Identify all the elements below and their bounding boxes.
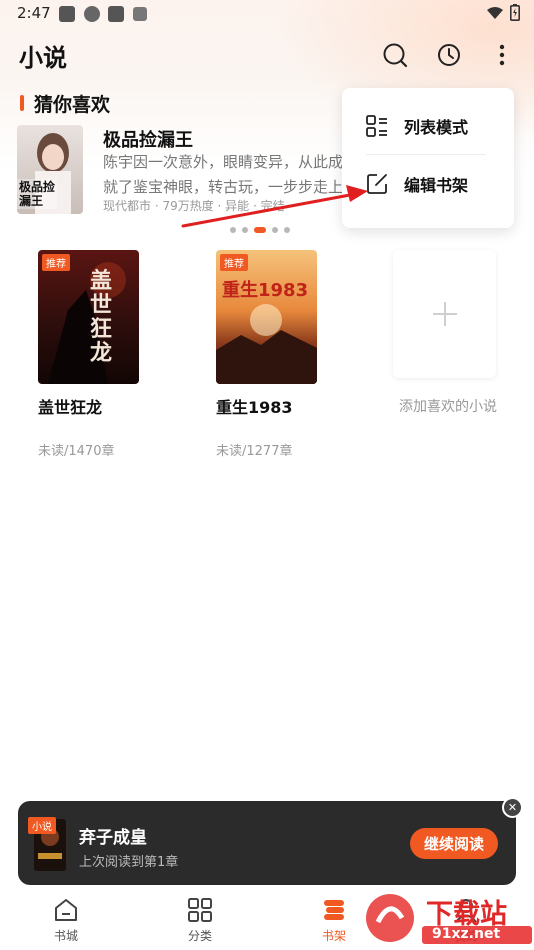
- book-tag: 推荐: [220, 254, 248, 271]
- book-cover-text: 重生1983: [222, 280, 309, 301]
- section-title: 猜你喜欢: [34, 94, 111, 116]
- edit-icon: [367, 174, 387, 194]
- section-accent-bar: [20, 95, 24, 111]
- nav-label: 分类: [187, 929, 212, 943]
- continue-reading-button[interactable]: 继续阅读: [410, 828, 498, 859]
- add-book-button[interactable]: [393, 250, 496, 378]
- continue-reading-tag: 小说: [28, 817, 56, 834]
- bookshelf-icon: [324, 900, 344, 920]
- status-bar: 2:47: [0, 0, 534, 28]
- bookshelf-item[interactable]: 推荐 盖世狂龙 盖世狂龙 未读/1470章: [38, 250, 148, 459]
- menu-item-label: 编辑书架: [404, 176, 469, 195]
- notification-icon: [59, 6, 75, 22]
- menu-item-edit-bookshelf[interactable]: 编辑书架: [342, 156, 514, 212]
- watermark-url: 91xz.net: [432, 926, 501, 942]
- search-button[interactable]: [378, 38, 412, 72]
- carousel-dot-active: [254, 227, 266, 233]
- carousel-dot: [272, 227, 278, 233]
- book-tag: 推荐: [42, 254, 70, 271]
- banner-description: 陈宇因一次意外，眼睛变异，从此成就了鉴宝神眼，转古玩，一步步走上逆袭的人生巅峰: [103, 153, 344, 196]
- continue-reading-title: 弃子成皇: [79, 828, 147, 848]
- plus-icon: [432, 302, 457, 326]
- watermark: 下载站 91xz.net: [360, 888, 534, 950]
- menu-item-list-mode[interactable]: 列表模式: [342, 98, 514, 154]
- app-notification-icon: [84, 6, 100, 22]
- nav-item-bookstore[interactable]: 书城: [36, 897, 96, 944]
- clock-icon: [438, 44, 460, 66]
- book-progress: 未读/1470章: [38, 444, 115, 459]
- close-icon[interactable]: ✕: [502, 797, 523, 818]
- battery-icon: [510, 4, 520, 21]
- list-mode-icon: [366, 115, 387, 137]
- banner-cover-text: 极品捡漏王: [19, 180, 56, 208]
- menu-divider: [366, 154, 486, 155]
- nav-item-category[interactable]: 分类: [170, 897, 230, 944]
- banner-title[interactable]: 极品捡漏王: [103, 126, 193, 152]
- status-indicators: [486, 4, 520, 21]
- search-icon: [383, 43, 408, 68]
- home-icon: [55, 899, 77, 921]
- notification-icon-2: [108, 6, 124, 22]
- nav-label: 书城: [53, 929, 78, 943]
- carousel-dot: [284, 227, 290, 233]
- carousel-indicator: [230, 227, 290, 233]
- carousel-dot: [230, 227, 236, 233]
- more-vertical-icon: [499, 44, 505, 66]
- history-button[interactable]: [432, 38, 466, 72]
- nav-item-bookshelf[interactable]: 书架: [304, 897, 364, 944]
- book-title: 盖世狂龙: [38, 398, 103, 417]
- menu-item-label: 列表模式: [404, 118, 469, 137]
- book-cover: 推荐 盖世狂龙: [38, 250, 139, 384]
- bookshelf-item[interactable]: 推荐 重生1983 重生1983 未读/1277章: [216, 250, 326, 459]
- category-icon: [188, 898, 212, 922]
- nav-label: 书架: [321, 929, 346, 943]
- wifi-icon: [487, 6, 503, 19]
- banner-book-cover[interactable]: 极品捡漏王: [17, 125, 83, 214]
- page-title: 小说: [19, 44, 67, 72]
- add-book-label: 添加喜欢的小说: [399, 399, 497, 415]
- carousel-dot: [242, 227, 248, 233]
- status-time: 2:47: [17, 4, 51, 22]
- book-title: 重生1983: [216, 398, 293, 417]
- book-progress: 未读/1277章: [216, 444, 293, 459]
- banner-meta: 现代都市 · 79万热度 · 异能 · 完结: [103, 199, 285, 213]
- continue-reading-bar[interactable]: 小说 弃子成皇 上次阅读到第1章 继续阅读: [18, 801, 516, 885]
- more-button[interactable]: [485, 38, 519, 72]
- book-cover-text: 盖世狂龙: [90, 269, 113, 366]
- notification-icon-3: [133, 7, 147, 21]
- book-cover: 推荐 重生1983: [216, 250, 317, 384]
- more-popup-menu: 列表模式 编辑书架: [342, 88, 514, 228]
- continue-reading-subtitle: 上次阅读到第1章: [79, 855, 179, 870]
